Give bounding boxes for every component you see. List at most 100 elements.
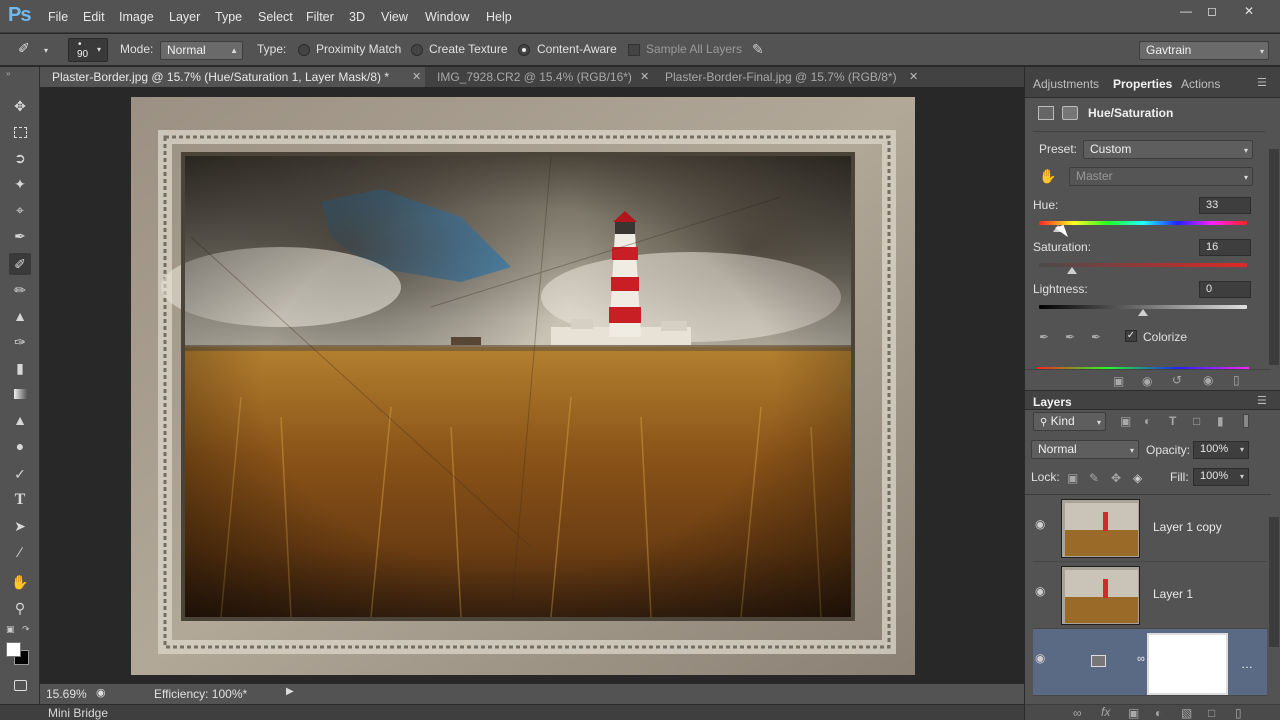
hue-slider-track[interactable] <box>1039 221 1247 225</box>
menu-select[interactable]: Select <box>258 10 293 24</box>
filter-toggle-icon[interactable] <box>1243 414 1249 428</box>
reset-icon[interactable]: ↺ <box>1172 373 1182 387</box>
filter-shape-icon[interactable]: □ <box>1193 414 1200 428</box>
more-icon[interactable]: … <box>1241 657 1253 671</box>
magic-wand-tool-icon[interactable]: ✦ <box>9 173 31 195</box>
tab-close-icon[interactable]: ✕ <box>640 67 649 87</box>
fill-input[interactable]: 100% ▾ <box>1193 468 1249 486</box>
tab-plaster-border[interactable]: Plaster-Border.jpg @ 15.7% (Hue/Saturati… <box>40 67 425 87</box>
brush-size-picker[interactable]: • 90 ▾ <box>68 38 108 62</box>
menu-view[interactable]: View <box>381 10 408 24</box>
tab-properties[interactable]: Properties <box>1113 77 1172 91</box>
layers-scrollbar[interactable] <box>1269 517 1279 647</box>
status-menu-arrow-icon[interactable]: ▶ <box>286 686 294 697</box>
layer-style-icon[interactable]: fx <box>1101 705 1110 719</box>
mask-icon[interactable] <box>1062 106 1078 120</box>
menu-image[interactable]: Image <box>119 10 154 24</box>
delete-icon[interactable]: ▯ <box>1233 373 1240 387</box>
workspace-dropdown[interactable]: Gavtrain ▾ <box>1139 41 1269 60</box>
filter-adjustment-icon[interactable]: ◐ <box>1144 414 1151 428</box>
new-group-icon[interactable]: ▧ <box>1181 706 1192 720</box>
menu-filter[interactable]: Filter <box>306 10 334 24</box>
radio-content-aware[interactable] <box>518 44 530 56</box>
view-previous-icon[interactable]: ◉ <box>1142 374 1152 388</box>
gradient-tool-icon[interactable] <box>9 383 31 405</box>
tab-actions[interactable]: Actions <box>1181 77 1220 91</box>
tab-close-icon[interactable]: ✕ <box>412 67 421 87</box>
dodge-tool-icon[interactable]: ● <box>9 435 31 457</box>
filter-type-icon[interactable]: T <box>1169 414 1176 428</box>
colorize-checkbox[interactable]: ✓ <box>1125 330 1137 342</box>
new-layer-icon[interactable]: □ <box>1208 706 1215 720</box>
line-tool-icon[interactable]: ∕ <box>9 541 31 563</box>
menu-type[interactable]: Type <box>215 10 242 24</box>
add-mask-icon[interactable]: ▣ <box>1128 706 1139 720</box>
mini-bridge-tab[interactable]: Mini Bridge <box>48 706 108 720</box>
foreground-color-swatch[interactable] <box>6 642 21 657</box>
clone-stamp-tool-icon[interactable]: ▲ <box>9 305 31 327</box>
close-icon[interactable]: ✕ <box>1238 3 1260 19</box>
saturation-input[interactable]: 16 <box>1199 239 1251 256</box>
blur-tool-icon[interactable]: ▲ <box>9 409 31 431</box>
marquee-tool-icon[interactable] <box>9 121 31 143</box>
clip-to-layer-icon[interactable]: ▣ <box>1113 374 1124 388</box>
hue-input[interactable]: 33 <box>1199 197 1251 214</box>
tab-plaster-border-final[interactable]: Plaster-Border-Final.jpg @ 15.7% (RGB/8*… <box>653 67 921 87</box>
zoom-tool-icon[interactable]: ⚲ <box>9 597 31 619</box>
layer-row[interactable]: ◉ Layer 1 <box>1033 562 1267 629</box>
maximize-icon[interactable]: ◻ <box>1201 3 1223 19</box>
channel-dropdown[interactable]: Master ▾ <box>1069 167 1253 186</box>
eye-icon[interactable]: ◉ <box>1035 584 1045 598</box>
filter-smart-object-icon[interactable]: ▮ <box>1217 414 1224 428</box>
eye-icon[interactable]: ◉ <box>1035 651 1045 665</box>
spot-healing-brush-icon[interactable]: ✐ <box>9 253 31 275</box>
eraser-tool-icon[interactable]: ▮ <box>9 357 31 379</box>
layer-mask-thumbnail[interactable] <box>1147 633 1228 695</box>
tab-close-icon[interactable]: ✕ <box>909 67 918 87</box>
document-image[interactable] <box>131 97 915 675</box>
layer-row-hue-saturation[interactable]: ◉ ∞ … <box>1033 629 1267 696</box>
pen-tool-icon[interactable]: ✓ <box>9 463 31 485</box>
lock-all-icon[interactable]: ◈ <box>1133 471 1142 485</box>
crop-tool-icon[interactable]: ⌖ <box>9 199 31 221</box>
lock-transparent-icon[interactable]: ▣ <box>1067 471 1078 485</box>
minimize-icon[interactable]: — <box>1175 3 1197 19</box>
radio-create-texture[interactable] <box>411 44 423 56</box>
type-tool-icon[interactable]: T <box>9 489 31 511</box>
collapse-icon[interactable]: » <box>6 69 10 78</box>
tab-img-7928[interactable]: IMG_7928.CR2 @ 15.4% (RGB/16*) ✕ <box>425 67 653 87</box>
hand-tool-icon[interactable]: ✋ <box>9 571 31 593</box>
history-brush-icon[interactable]: ✑ <box>9 331 31 353</box>
lock-image-icon[interactable]: ✎ <box>1089 471 1099 485</box>
tool-preset-icon[interactable]: ✐ ▾ <box>18 40 50 60</box>
canvas-area[interactable] <box>40 87 1024 683</box>
panel-menu-icon[interactable]: ☰ <box>1257 76 1267 89</box>
eyedropper-tool-icon[interactable]: ✒ <box>9 225 31 247</box>
layers-panel-menu-icon[interactable]: ☰ <box>1257 394 1267 407</box>
saturation-slider-thumb[interactable] <box>1067 267 1078 274</box>
delete-layer-icon[interactable]: ▯ <box>1235 706 1242 720</box>
eye-icon[interactable]: ◉ <box>1035 517 1045 531</box>
new-adjustment-icon[interactable]: ◐ <box>1155 706 1162 720</box>
quick-mask-icon[interactable] <box>9 674 31 696</box>
menu-3d[interactable]: 3D <box>349 10 365 24</box>
mode-dropdown[interactable]: Normal ▲ <box>160 41 243 60</box>
zoom-level[interactable]: 15.69% <box>46 687 87 701</box>
filter-pixel-icon[interactable]: ▣ <box>1120 414 1131 428</box>
target-adjustment-hand-icon[interactable]: ✋ <box>1039 168 1056 185</box>
properties-scrollbar[interactable] <box>1269 149 1279 365</box>
lightness-input[interactable]: 0 <box>1199 281 1251 298</box>
lasso-tool-icon[interactable]: ➲ <box>9 147 31 169</box>
swap-colors-icon[interactable]: ↷ <box>22 624 30 635</box>
menu-file[interactable]: File <box>48 10 68 24</box>
path-selection-tool-icon[interactable]: ➤ <box>9 515 31 537</box>
default-colors-icon[interactable]: ▣ <box>6 624 15 635</box>
visibility-icon[interactable]: ◉ <box>1203 373 1213 387</box>
link-layers-icon[interactable]: ∞ <box>1073 706 1082 720</box>
menu-help[interactable]: Help <box>486 10 512 24</box>
menu-window[interactable]: Window <box>425 10 469 24</box>
layer-row[interactable]: ◉ Layer 1 copy <box>1033 495 1267 562</box>
layers-title[interactable]: Layers <box>1033 395 1072 409</box>
eyedropper-add-icon[interactable]: ✒ <box>1065 330 1075 344</box>
chain-link-icon[interactable]: ∞ <box>1137 653 1145 665</box>
